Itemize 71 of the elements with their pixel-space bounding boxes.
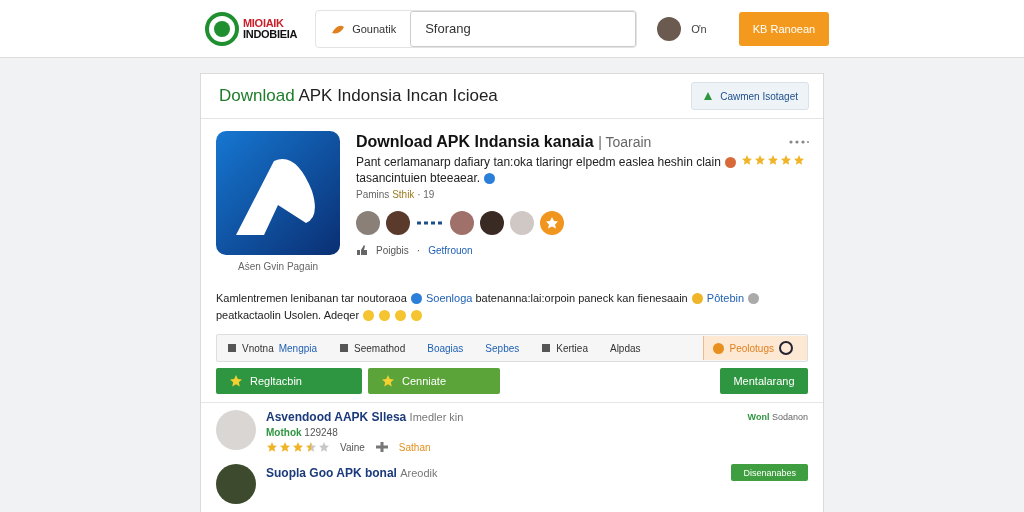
logo-icon xyxy=(205,11,239,46)
action-button[interactable]: Regltacbin xyxy=(216,368,362,394)
user-avatar xyxy=(356,211,380,235)
emoji-icon xyxy=(410,293,422,304)
list-icon xyxy=(227,343,237,353)
user-avatar xyxy=(480,211,504,235)
reviewer-avatar xyxy=(216,410,256,450)
inline-link[interactable]: Pôtebin xyxy=(706,292,745,304)
star-icon xyxy=(292,441,304,453)
star-icon xyxy=(230,375,242,387)
app-link[interactable]: Getfrouon xyxy=(428,244,473,256)
separator: · xyxy=(416,244,421,256)
emoji-icon xyxy=(363,310,375,321)
action-button[interactable]: Mentalarang xyxy=(720,368,808,394)
star-icon xyxy=(766,154,779,166)
emoji-icon xyxy=(691,293,703,304)
emoji-icon xyxy=(395,310,407,321)
filter-tab[interactable]: Seemathod xyxy=(339,342,406,354)
logo-text: INDOBIEIA xyxy=(243,28,298,40)
app-title: Download APK Indansia kanaia | Toarain xyxy=(356,133,652,151)
emoji-icon xyxy=(379,310,391,321)
thumbs-up-icon[interactable] xyxy=(356,244,368,256)
filter-tab[interactable]: Alpdas xyxy=(609,342,641,354)
description-paragraph: Kamlentremen lenibanan tar noutoraoa Soenloga batenanna:lai:orpoin paneck kan fienesaain Pôtebin peatkactaolin Usolen. Adeqer xyxy=(216,290,808,324)
dots-icon xyxy=(416,220,444,226)
filter-tab[interactable]: Vnotna Mengpia xyxy=(227,342,318,354)
review-status: Mothok 129248 xyxy=(266,427,339,438)
star-icon xyxy=(792,154,805,166)
review-action[interactable]: Vaine xyxy=(340,441,365,453)
star-icon xyxy=(279,441,291,453)
review-label: Wonl Sodanon xyxy=(747,412,808,422)
header-action-button[interactable]: Cawmen Isotaget xyxy=(691,82,809,110)
user-avatar xyxy=(386,211,410,235)
filter-tab[interactable]: Sepbes xyxy=(485,342,520,354)
user-name: Ơn xyxy=(691,22,707,35)
star-icon xyxy=(266,441,278,453)
emoji-icon xyxy=(712,342,724,354)
star-icon xyxy=(382,375,394,387)
review-button[interactable]: Disenanabes xyxy=(731,464,808,481)
review-title: Asvendood AAPK Sllesa Imedler kin xyxy=(266,410,464,424)
toggle-icon[interactable] xyxy=(779,341,793,355)
list-icon xyxy=(541,343,552,353)
star-icon xyxy=(305,441,317,453)
inline-link[interactable]: Soenloga xyxy=(425,292,473,304)
logo-text: MIOIAIK xyxy=(243,17,285,29)
app-description: Pant cerlamanarp dafiary tan:oka tlaringr elpedm easlea heshin clain tasancintuien bteeaear. xyxy=(356,154,809,186)
star-icon xyxy=(318,441,330,453)
emoji-icon xyxy=(411,310,423,321)
app-caption: Aṡen Gvin Pagain xyxy=(237,261,319,272)
emoji-icon xyxy=(748,293,760,304)
reviewer-avatar xyxy=(216,464,256,504)
user-avatar[interactable] xyxy=(657,16,682,41)
star-badge-icon xyxy=(540,211,564,235)
app-meta: Pamins Sthik · 19 xyxy=(356,189,436,200)
like-label: Poigbis xyxy=(376,244,409,256)
user-avatar xyxy=(510,211,534,235)
emoji-icon xyxy=(725,157,737,168)
more-icon[interactable] xyxy=(789,140,809,144)
triangle-icon xyxy=(702,90,715,102)
list-icon xyxy=(339,343,350,353)
card-title: Download APK Indonsia Incan Icioea xyxy=(219,86,498,106)
review-title: Suopla Goo APK bonal Areodik xyxy=(266,465,438,480)
filter-tab[interactable]: Kertiea xyxy=(541,342,588,354)
app-icon xyxy=(216,131,340,255)
star-icon xyxy=(779,154,792,166)
filter-tab[interactable]: Boagias xyxy=(427,342,464,354)
reply-icon[interactable] xyxy=(374,441,389,453)
user-avatar xyxy=(450,211,474,235)
star-icon xyxy=(740,154,753,166)
star-icon xyxy=(753,154,766,166)
emoji-icon xyxy=(484,173,496,184)
